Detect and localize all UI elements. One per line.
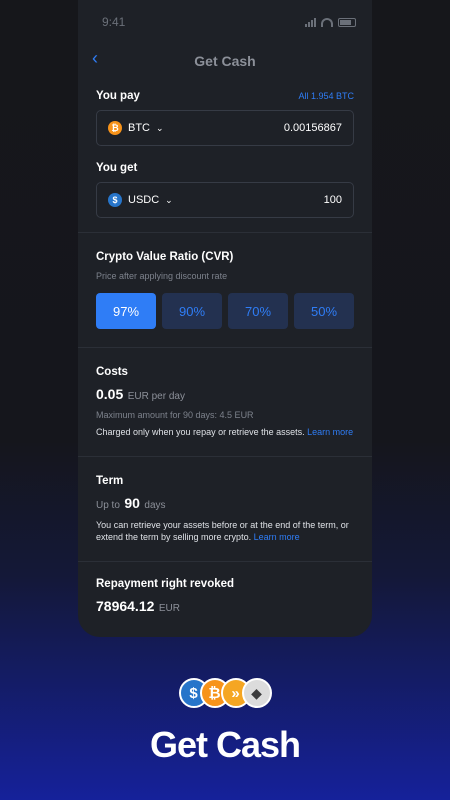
costs-section: Costs 0.05 EUR per day Maximum amount fo… bbox=[78, 348, 372, 457]
you-pay-label: You pay bbox=[96, 90, 140, 102]
chevron-down-icon: ⌄ bbox=[156, 122, 164, 133]
cvr-title: Crypto Value Ratio (CVR) bbox=[96, 251, 234, 263]
promo-brand: $ ₿ » ◆ Get Cash bbox=[0, 676, 450, 766]
top-bar: ‹ Get Cash bbox=[78, 44, 372, 78]
pay-field[interactable]: ₿ BTC ⌄ 0.00156867 bbox=[96, 110, 354, 146]
exchange-section: You pay All 1.954 BTC ₿ BTC ⌄ 0.00156867… bbox=[78, 78, 372, 233]
page-title: Get Cash bbox=[194, 53, 256, 69]
all-balance-link[interactable]: All 1.954 BTC bbox=[298, 91, 354, 101]
usdc-icon: $ bbox=[108, 193, 122, 207]
cvr-option-90[interactable]: 90% bbox=[162, 293, 222, 329]
costs-amount: 0.05 bbox=[96, 386, 124, 402]
term-note-block: You can retrieve your assets before or a… bbox=[96, 519, 354, 543]
costs-unit: EUR per day bbox=[127, 391, 185, 402]
get-coin-label: USDC bbox=[128, 194, 160, 206]
costs-title: Costs bbox=[96, 366, 128, 378]
pay-coin-select[interactable]: ₿ BTC ⌄ bbox=[108, 121, 164, 135]
chevron-down-icon: ⌄ bbox=[165, 194, 173, 205]
term-prefix: Up to bbox=[96, 500, 120, 511]
costs-note: Charged only when you repay or retrieve … bbox=[96, 427, 305, 437]
costs-learn-more-link[interactable]: Learn more bbox=[307, 427, 353, 437]
term-section: Term Up to 90 days You can retrieve your… bbox=[78, 457, 372, 562]
pay-amount: 0.00156867 bbox=[283, 122, 342, 134]
battery-icon bbox=[338, 17, 356, 27]
phone-screen: 9:41 ‹ Get Cash You pay All 1.954 BTC ₿ … bbox=[78, 0, 372, 637]
get-amount: 100 bbox=[323, 194, 342, 206]
cvr-option-70[interactable]: 70% bbox=[228, 293, 288, 329]
term-learn-more-link[interactable]: Learn more bbox=[254, 532, 300, 542]
cvr-subtitle: Price after applying discount rate bbox=[96, 271, 228, 281]
ethereum-icon: ◆ bbox=[241, 678, 272, 708]
term-title: Term bbox=[96, 475, 124, 487]
chevron-left-icon[interactable]: ‹ bbox=[92, 48, 98, 69]
get-coin-select[interactable]: $ USDC ⌄ bbox=[108, 193, 173, 207]
term-days: 90 bbox=[124, 495, 140, 511]
cvr-option-97[interactable]: 97% bbox=[96, 293, 156, 329]
term-note: You can retrieve your assets before or a… bbox=[96, 520, 349, 542]
costs-note-block: Charged only when you repay or retrieve … bbox=[96, 426, 354, 438]
pay-coin-label: BTC bbox=[128, 122, 150, 134]
costs-max: Maximum amount for 90 days: 4.5 EUR bbox=[96, 410, 254, 420]
wifi-icon bbox=[321, 17, 333, 27]
status-time: 9:41 bbox=[102, 15, 126, 29]
bitcoin-icon: ₿ bbox=[108, 121, 122, 135]
cvr-section: Crypto Value Ratio (CVR) Price after app… bbox=[78, 233, 372, 348]
cvr-option-50[interactable]: 50% bbox=[294, 293, 354, 329]
repayment-unit: EUR bbox=[158, 603, 180, 614]
promo-headline: Get Cash bbox=[149, 724, 301, 765]
status-bar: 9:41 bbox=[78, 0, 372, 44]
repayment-section: Repayment right revoked 78964.12 EUR bbox=[78, 562, 372, 616]
signal-icon bbox=[305, 17, 316, 27]
get-field[interactable]: $ USDC ⌄ 100 bbox=[96, 182, 354, 218]
term-suffix: days bbox=[144, 500, 166, 511]
you-get-label: You get bbox=[96, 162, 138, 174]
repayment-amount: 78964.12 bbox=[96, 598, 155, 614]
status-icons bbox=[305, 17, 356, 27]
cvr-options: 97% 90% 70% 50% bbox=[96, 293, 354, 329]
crypto-logos: $ ₿ » ◆ bbox=[0, 676, 450, 710]
repayment-title: Repayment right revoked bbox=[96, 578, 235, 590]
